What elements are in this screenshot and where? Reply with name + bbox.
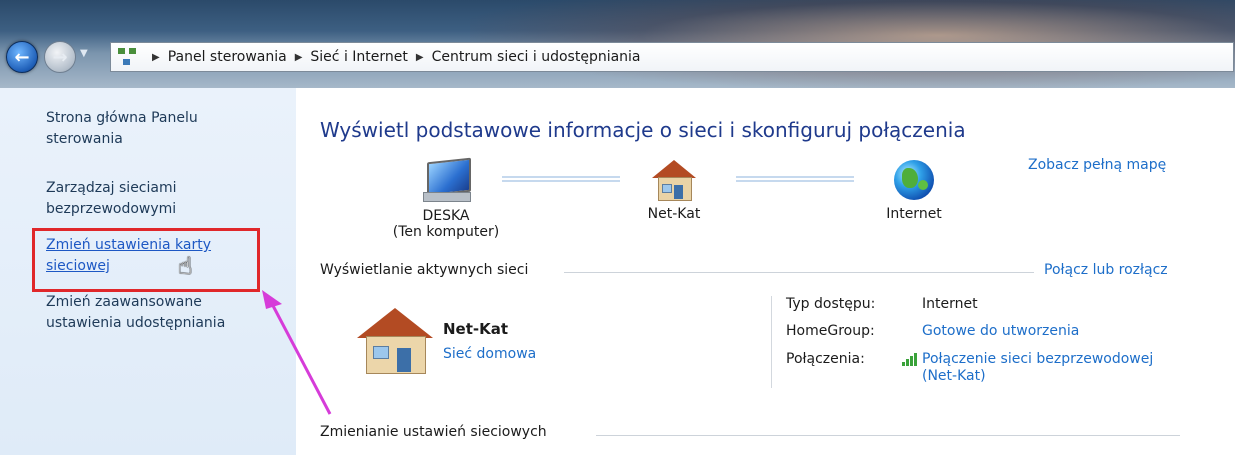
home-network-icon	[652, 160, 696, 201]
home-network-large-icon[interactable]	[357, 308, 433, 374]
wireless-connection-ssid: (Net-Kat)	[922, 368, 986, 384]
section-divider	[596, 435, 1180, 436]
network-node-name: Net-Kat	[647, 206, 701, 222]
computer-node[interactable]: DESKA (Ten komputer)	[384, 157, 508, 240]
computer-name: DESKA	[422, 208, 470, 224]
see-full-map-link[interactable]: Zobacz pełną mapę	[1028, 157, 1166, 173]
section-divider	[564, 272, 1034, 273]
vertical-divider	[771, 296, 772, 388]
access-type-label: Typ dostępu:	[786, 296, 876, 312]
change-settings-header: Zmienianie ustawień sieciowych	[320, 424, 547, 440]
wireless-signal-icon	[902, 352, 920, 366]
homegroup-label: HomeGroup:	[786, 323, 875, 339]
connections-label: Połączenia:	[786, 351, 865, 367]
wireless-connection-link[interactable]: Połączenie sieci bezprzewodowej (Net-Kat…	[922, 351, 1153, 384]
homegroup-link[interactable]: Gotowe do utworzenia	[922, 323, 1079, 339]
globe-icon	[894, 160, 934, 200]
computer-subtitle: (Ten komputer)	[392, 224, 500, 240]
network-type-link[interactable]: Sieć domowa	[443, 346, 536, 362]
connect-disconnect-link[interactable]: Połącz lub rozłącz	[1044, 262, 1168, 278]
internet-node[interactable]: Internet	[872, 160, 956, 222]
annotation-arrow	[262, 290, 332, 415]
access-type-value: Internet	[922, 296, 978, 312]
network-name: Net-Kat	[443, 320, 509, 338]
page-title: Wyświetl podstawowe informacje o sieci i…	[320, 118, 966, 142]
internet-node-name: Internet	[886, 206, 942, 222]
active-networks-header: Wyświetlanie aktywnych sieci	[320, 262, 529, 278]
network-node[interactable]: Net-Kat	[636, 160, 712, 222]
wireless-connection-name: Połączenie sieci bezprzewodowej	[922, 351, 1154, 367]
connection-line	[502, 176, 620, 182]
computer-icon	[423, 157, 471, 202]
connection-line	[736, 176, 854, 182]
